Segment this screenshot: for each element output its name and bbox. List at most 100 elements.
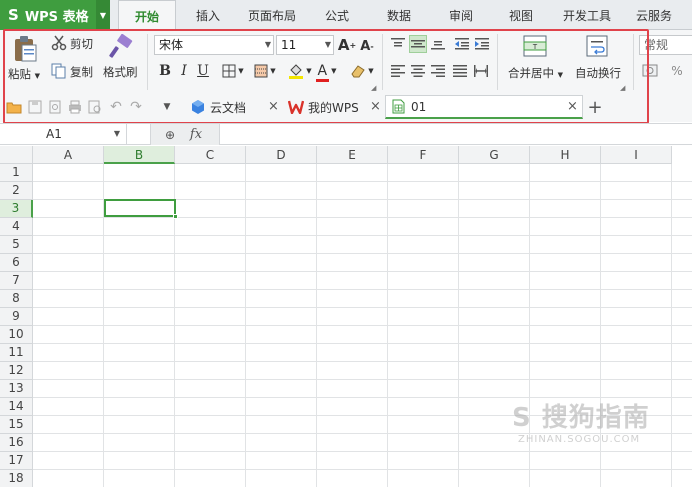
currency-format-button[interactable]	[640, 62, 662, 80]
row-header-13[interactable]: 13	[0, 380, 33, 398]
copy-icon[interactable]	[50, 62, 68, 80]
undo-icon[interactable]: ↶	[108, 98, 124, 116]
tab-developer[interactable]: 开发工具	[556, 0, 618, 30]
row-header-5[interactable]: 5	[0, 236, 33, 254]
row-header-11[interactable]: 11	[0, 344, 33, 362]
column-header-i[interactable]: I	[601, 146, 672, 164]
export-pdf-icon[interactable]	[47, 98, 63, 116]
merge-center-button[interactable]: 合并居中 ▼	[508, 65, 563, 81]
select-all-corner[interactable]	[0, 146, 33, 164]
percent-format-button[interactable]: %	[668, 62, 686, 80]
row-header-8[interactable]: 8	[0, 290, 33, 308]
save-icon[interactable]	[27, 98, 43, 116]
tab-view[interactable]: 视图	[496, 0, 546, 30]
tab-page-layout[interactable]: 页面布局	[240, 0, 304, 30]
increase-font-size-button[interactable]: A +	[338, 35, 356, 55]
row-header-12[interactable]: 12	[0, 362, 33, 380]
tab-data[interactable]: 数据	[374, 0, 424, 30]
cut-button[interactable]: 剪切	[70, 36, 93, 52]
insert-function-button[interactable]: fx	[185, 125, 207, 144]
close-icon[interactable]: ×	[268, 99, 279, 114]
font-name-select[interactable]: 宋体 ▼	[154, 35, 274, 55]
close-icon[interactable]: ×	[370, 99, 381, 114]
wrap-text-icon[interactable]	[585, 34, 609, 58]
format-painter-icon[interactable]	[108, 33, 134, 61]
column-header-h[interactable]: H	[530, 146, 601, 164]
fill-handle[interactable]	[173, 214, 178, 219]
new-tab-button[interactable]: +	[586, 96, 604, 118]
tab-home[interactable]: 开始	[118, 0, 176, 31]
clear-format-button[interactable]: ▼	[348, 61, 376, 81]
print-preview-icon[interactable]	[87, 98, 103, 116]
underline-button[interactable]: U	[195, 61, 211, 81]
doc-tab-01[interactable]: 01	[385, 95, 583, 119]
redo-icon[interactable]: ↷	[128, 98, 144, 116]
distributed-align-button[interactable]	[472, 63, 490, 79]
tab-review[interactable]: 审阅	[436, 0, 486, 30]
active-cell-selection[interactable]	[104, 199, 176, 217]
row-header-16[interactable]: 16	[0, 434, 33, 452]
row-header-9[interactable]: 9	[0, 308, 33, 326]
paste-icon[interactable]	[10, 34, 40, 64]
row-header-4[interactable]: 4	[0, 218, 33, 236]
dialog-launcher-icon[interactable]: ◢	[620, 84, 625, 92]
row-header-14[interactable]: 14	[0, 398, 33, 416]
bold-button[interactable]: B	[157, 61, 173, 81]
fill-color-button[interactable]: ▼	[286, 61, 314, 81]
justify-icon	[453, 65, 467, 77]
number-format-select[interactable]: 常规	[639, 35, 692, 55]
align-right-button[interactable]	[429, 63, 447, 79]
row-header-3[interactable]: 3	[0, 200, 33, 218]
decrease-font-size-button[interactable]: A-	[359, 37, 375, 55]
close-icon[interactable]: ×	[567, 99, 578, 114]
row-header-1[interactable]: 1	[0, 164, 33, 182]
wrap-text-button[interactable]: 自动换行	[575, 65, 621, 81]
print-icon[interactable]	[67, 98, 83, 116]
open-folder-icon[interactable]	[5, 98, 23, 116]
chevron-down-icon[interactable]: ▼	[96, 0, 110, 30]
font-size-select[interactable]: 11 ▼	[276, 35, 334, 55]
borders-button[interactable]: ▼	[218, 61, 248, 81]
justify-button[interactable]	[451, 63, 469, 79]
column-header-f[interactable]: F	[388, 146, 459, 164]
doc-tab-my-wps[interactable]: 我的WPS	[286, 95, 382, 119]
name-box[interactable]: A1 ▼	[0, 124, 127, 145]
increase-indent-button[interactable]	[473, 35, 491, 53]
column-header-b[interactable]: B	[104, 146, 175, 164]
column-header-c[interactable]: C	[175, 146, 246, 164]
column-header-a[interactable]: A	[33, 146, 104, 164]
dialog-launcher-icon[interactable]: ◢	[371, 84, 376, 92]
fill-pattern-button[interactable]: ▼	[250, 61, 280, 81]
column-header-e[interactable]: E	[317, 146, 388, 164]
format-painter-button[interactable]: 格式刷	[103, 64, 138, 80]
tab-cloud-service[interactable]: 云服务	[628, 0, 680, 30]
row-header-2[interactable]: 2	[0, 182, 33, 200]
borders-icon	[222, 64, 236, 78]
align-middle-button[interactable]	[409, 35, 427, 53]
italic-button[interactable]: I	[176, 61, 192, 81]
number-format-value: 常规	[644, 38, 669, 52]
zoom-search-icon[interactable]: ⊕	[161, 126, 179, 143]
align-top-button[interactable]	[389, 35, 407, 53]
row-header-17[interactable]: 17	[0, 452, 33, 470]
column-header-d[interactable]: D	[246, 146, 317, 164]
decrease-indent-button[interactable]	[453, 35, 471, 53]
customize-toolbar-dropdown[interactable]: ▼	[160, 98, 174, 116]
tab-formulas[interactable]: 公式	[312, 0, 362, 30]
merge-center-icon[interactable]: T	[522, 34, 548, 58]
row-header-15[interactable]: 15	[0, 416, 33, 434]
font-color-button[interactable]: A ▼	[314, 61, 340, 82]
row-header-10[interactable]: 10	[0, 326, 33, 344]
paste-button[interactable]: 粘贴 ▼	[8, 66, 40, 82]
align-left-button[interactable]	[389, 63, 407, 79]
copy-button[interactable]: 复制	[70, 64, 93, 80]
tab-insert[interactable]: 插入	[182, 0, 234, 30]
app-menu-button[interactable]: S WPS 表格 ▼	[0, 0, 110, 30]
column-header-g[interactable]: G	[459, 146, 530, 164]
row-header-7[interactable]: 7	[0, 272, 33, 290]
row-header-6[interactable]: 6	[0, 254, 33, 272]
scissors-icon[interactable]	[50, 34, 68, 52]
align-bottom-button[interactable]	[429, 35, 447, 53]
row-header-18[interactable]: 18	[0, 470, 33, 487]
align-center-button[interactable]	[409, 63, 427, 79]
